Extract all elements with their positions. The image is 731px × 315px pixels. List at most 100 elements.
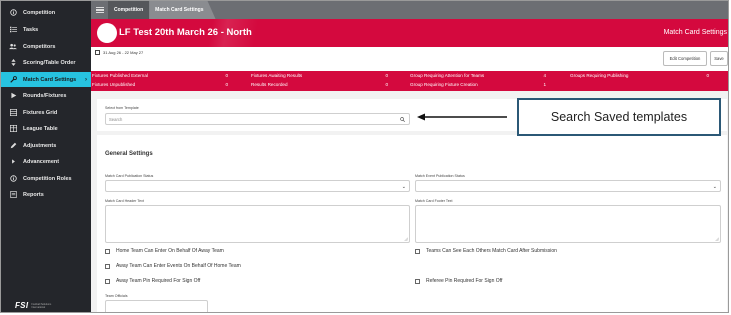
footer-text-textarea[interactable]: [415, 205, 721, 243]
stat-value: 1: [543, 82, 546, 87]
stat-value: 0: [225, 73, 228, 78]
chevron-right-icon: ›: [85, 76, 87, 83]
referee-pin-label: Referee Pin Required For Sign Off: [426, 278, 503, 284]
chevron-down-icon: ⌄: [401, 184, 406, 190]
search-placeholder: Search: [109, 116, 123, 122]
app-window: Competition Tasks Competitors Scoring/Ta…: [0, 0, 729, 313]
competition-logo: [97, 23, 117, 43]
footer-text-label: Match Card Footer Text: [415, 199, 453, 203]
sidebar-item-adjustments[interactable]: Adjustments: [1, 138, 91, 153]
date-range-text: 31 Aug 26 - 22 May 27: [103, 50, 144, 55]
stat-value: 0: [385, 82, 388, 87]
edit-competition-button[interactable]: Edit Competition: [663, 51, 707, 66]
sidebar-item-label: Advancement: [23, 158, 60, 165]
save-button[interactable]: Save: [710, 51, 728, 66]
sidebar-item-competition-roles[interactable]: Competition Roles: [1, 171, 91, 186]
wrench-icon: [9, 76, 17, 84]
logo-text: FSI: [15, 301, 29, 310]
list-icon: [9, 26, 17, 34]
info-circle-icon: [9, 9, 17, 17]
teams-see-each-other-label: Teams Can See Each Others Match Card Aft…: [426, 248, 557, 254]
fsi-logo: FSI Football Solutions International: [15, 301, 57, 310]
stat-label: Group Requiring Fixture Creation: [410, 82, 478, 87]
template-search-input[interactable]: Search: [105, 113, 410, 125]
caret-right-icon: [9, 158, 17, 166]
stat-label: Groups Requiring Publishing: [570, 73, 629, 78]
pencil-icon: [9, 142, 17, 150]
sidebar-item-rounds[interactable]: Rounds/Fixtures: [1, 88, 91, 103]
sidebar-item-label: Match Card Settings: [23, 76, 77, 83]
resize-grip-icon[interactable]: [404, 237, 408, 241]
breadcrumb-match-card-settings: Match Card Settings: [149, 1, 216, 19]
publication-status-select[interactable]: ⌄: [105, 180, 410, 192]
sidebar: Competition Tasks Competitors Scoring/Ta…: [1, 1, 91, 312]
stat-label: Fixtures Unpublished: [92, 82, 136, 87]
sidebar-item-competition[interactable]: Competition: [1, 5, 91, 20]
info-circle-icon: [9, 175, 17, 183]
breadcrumb-competition[interactable]: Competition: [108, 1, 150, 19]
stat-value: 0: [385, 73, 388, 78]
away-team-events-label: Away Team Can Enter Events On Behalf Of …: [116, 263, 241, 269]
callout-text: Search Saved templates: [550, 110, 688, 124]
grid-icon: [9, 109, 17, 117]
sort-icon: [9, 59, 17, 67]
play-icon: [9, 92, 17, 100]
stat-label: Group Requiring Attention for Teams: [410, 73, 485, 78]
resize-grip-icon[interactable]: [715, 237, 719, 241]
template-label: Select from Template: [105, 106, 139, 110]
teams-see-each-other-checkbox[interactable]: [415, 249, 420, 254]
stats-bar: Fixtures Published External 0 Fixtures U…: [91, 71, 728, 91]
sidebar-item-competitors[interactable]: Competitors: [1, 39, 91, 54]
team-officials-label: Team Officials: [105, 294, 128, 298]
away-team-events-checkbox[interactable]: [105, 264, 110, 269]
chevron-down-icon: ⌄: [712, 184, 717, 190]
stat-value: 0: [225, 82, 228, 87]
sidebar-item-label: Rounds/Fixtures: [23, 92, 67, 99]
sidebar-item-label: Competition: [23, 9, 56, 16]
sidebar-item-label: Competition Roles: [23, 175, 72, 182]
away-team-pin-checkbox[interactable]: [105, 279, 110, 284]
sidebar-item-fixtures-grid[interactable]: Fixtures Grid: [1, 105, 91, 120]
competition-header: LF Test 20th March 26 - North Match Card…: [91, 19, 728, 47]
search-icon: [400, 117, 405, 122]
sidebar-item-label: League Table: [23, 125, 58, 132]
sidebar-item-label: Tasks: [23, 26, 39, 33]
header-text-label: Match Card Header Text: [105, 199, 144, 203]
sidebar-item-label: Reports: [23, 191, 44, 198]
sidebar-item-advancement[interactable]: Advancement: [1, 154, 91, 169]
general-settings-title: General Settings: [105, 151, 153, 157]
header-text-textarea[interactable]: [105, 205, 410, 243]
event-publication-status-select[interactable]: ⌄: [415, 180, 721, 192]
event-publication-status-label: Match Event Publication Status: [415, 174, 465, 178]
sidebar-item-league-table[interactable]: League Table: [1, 121, 91, 136]
logo-subtext: Football Solutions International: [31, 302, 52, 309]
sidebar-item-reports[interactable]: Reports: [1, 187, 91, 202]
date-range: 31 Aug 26 - 22 May 27: [95, 50, 143, 55]
publication-status-label: Match Card Publication Status: [105, 174, 154, 178]
report-icon: [9, 191, 17, 199]
users-icon: [9, 43, 17, 51]
sidebar-item-match-card-settings[interactable]: Match Card Settings ›: [1, 72, 91, 87]
home-team-behalf-checkbox[interactable]: [105, 249, 110, 254]
stat-value: 0: [706, 73, 709, 78]
home-team-behalf-label: Home Team Can Enter On Behalf Of Away Te…: [116, 248, 224, 254]
stat-value: 4: [543, 73, 546, 78]
page-section-title: Match Card Settings: [663, 29, 727, 36]
table-icon: [9, 125, 17, 133]
calendar-icon: [95, 50, 100, 55]
away-team-pin-label: Away Team Pin Required For Sign Off: [116, 278, 201, 284]
sidebar-item-tasks[interactable]: Tasks: [1, 22, 91, 37]
sidebar-item-label: Fixtures Grid: [23, 109, 58, 116]
hamburger-menu-icon[interactable]: [92, 1, 108, 19]
stat-label: Results Recorded: [251, 82, 288, 87]
page-title: LF Test 20th March 26 - North: [119, 27, 252, 38]
sidebar-item-label: Competitors: [23, 43, 56, 50]
stat-label: Fixtures Published External: [92, 73, 148, 78]
referee-pin-checkbox[interactable]: [415, 279, 420, 284]
sidebar-item-label: Scoring/Table Order: [23, 59, 76, 66]
sidebar-item-label: Adjustments: [23, 142, 57, 149]
team-officials-input[interactable]: [105, 300, 208, 312]
callout-arrow-icon: [417, 113, 507, 121]
sidebar-item-scoring[interactable]: Scoring/Table Order: [1, 55, 91, 70]
stat-label: Fixtures Awaiting Results: [251, 73, 303, 78]
